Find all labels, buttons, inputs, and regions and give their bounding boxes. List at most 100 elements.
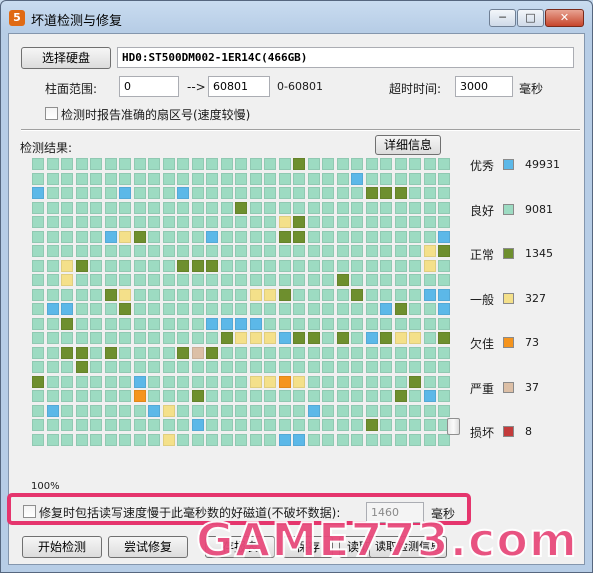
start-scan-button[interactable]: 开始检测 [22,536,102,558]
disk-map-cell [366,187,378,199]
disk-map-cell [61,245,73,257]
disk-map-cell [47,187,59,199]
disk-map-cell [337,405,349,417]
disk-map-cell [409,390,421,402]
disk-map-cell [395,289,407,301]
disk-map-cell [192,347,204,359]
details-button[interactable]: 详细信息 [375,135,441,155]
minimize-button[interactable]: ─ [489,9,516,27]
disk-map-cell [235,187,247,199]
title-bar[interactable]: 5 坏道检测与修复 ─ □ ✕ [1,1,592,33]
disk-map-cell [105,318,117,330]
disk-map-cell [293,173,305,185]
maximize-button[interactable]: □ [517,9,544,27]
disk-map-cell [293,231,305,243]
disk-map-cell [32,231,44,243]
disk-map-cell [366,318,378,330]
disk-map-cell [250,245,262,257]
legend-count: 327 [525,292,546,305]
disk-map-cell [235,216,247,228]
scrollbar-thumb[interactable] [447,418,460,435]
disk-map-cell [279,434,291,446]
disk-map-cell [308,274,320,286]
disk-map-cell [90,260,102,272]
disk-map-cell [90,173,102,185]
disk-map-cell [424,187,436,199]
legend-swatch [503,159,514,170]
disk-map-cell [293,274,305,286]
disk-map-cell [395,318,407,330]
disk-map-cell [235,332,247,344]
disk-map-cell [32,216,44,228]
disk-map-cell [351,245,363,257]
disk-map-cell [177,434,189,446]
repair-option-checkbox[interactable] [23,505,36,518]
disk-map-cell [61,274,73,286]
disk-map-cell [206,289,218,301]
disk-map-cell [177,187,189,199]
disk-map-cell [76,405,88,417]
disk-map-cell [119,376,131,388]
legend-swatch [503,382,514,393]
legend-count: 73 [525,336,539,349]
range-end-input[interactable]: 60801 [208,76,270,97]
disk-map-cell [351,332,363,344]
disk-map-cell [424,260,436,272]
disk-map-cell [105,376,117,388]
legend-label: 严重 [470,382,495,396]
disk-map-cell [134,158,146,170]
disk-map-cell [221,231,233,243]
disk-map-cell [424,405,436,417]
disk-map-cell [322,289,334,301]
report-sector-checkbox[interactable] [45,107,58,120]
disk-map-cell [395,173,407,185]
disk-map-cell [206,303,218,315]
disk-map-cell [250,187,262,199]
disk-map-cell [61,173,73,185]
disk-map-cell [76,158,88,170]
disk-map-cell [192,318,204,330]
disk-map-cell [61,347,73,359]
legend-count: 9081 [525,203,553,216]
disk-map-cell [395,361,407,373]
disk-map-cell [322,187,334,199]
disk-map-cell [424,347,436,359]
disk-map-cell [235,390,247,402]
disk-map-cell [264,245,276,257]
disk-map-cell [148,303,160,315]
disk-map-cell [380,318,392,330]
disk-map-cell [308,260,320,272]
disk-map-cell [105,361,117,373]
disk-map-cell [235,289,247,301]
disk-map-cell [293,347,305,359]
disk-map-cell [206,260,218,272]
disk-map-cell [293,187,305,199]
disk-map-cell [192,231,204,243]
disk-map-cell [76,419,88,431]
select-disk-button[interactable]: 选择硬盘 [21,47,111,69]
disk-map-cell [337,361,349,373]
timeout-input[interactable]: 3000 [455,76,513,97]
disk-map-cell [148,332,160,344]
disk-map-cell [163,434,175,446]
disk-map-cell [293,245,305,257]
disk-map-cell [279,187,291,199]
disk-map-cell [409,216,421,228]
disk-map-cell [409,332,421,344]
disk-map-cell [322,376,334,388]
close-button[interactable]: ✕ [545,9,584,27]
disk-map-cell [134,434,146,446]
try-repair-button[interactable]: 尝试修复 [108,536,188,558]
disk-map-cell [293,361,305,373]
disk-map-cell [293,405,305,417]
disk-map-cell [105,390,117,402]
disk-map-cell [424,318,436,330]
disk-map-cell [322,202,334,214]
disk-map-cell [322,347,334,359]
disk-map-cell [308,187,320,199]
disk-map-cell [192,289,204,301]
disk-map-cell [424,216,436,228]
disk-map-cell [337,274,349,286]
range-start-input[interactable]: 0 [119,76,179,97]
disk-map-cell [438,289,450,301]
